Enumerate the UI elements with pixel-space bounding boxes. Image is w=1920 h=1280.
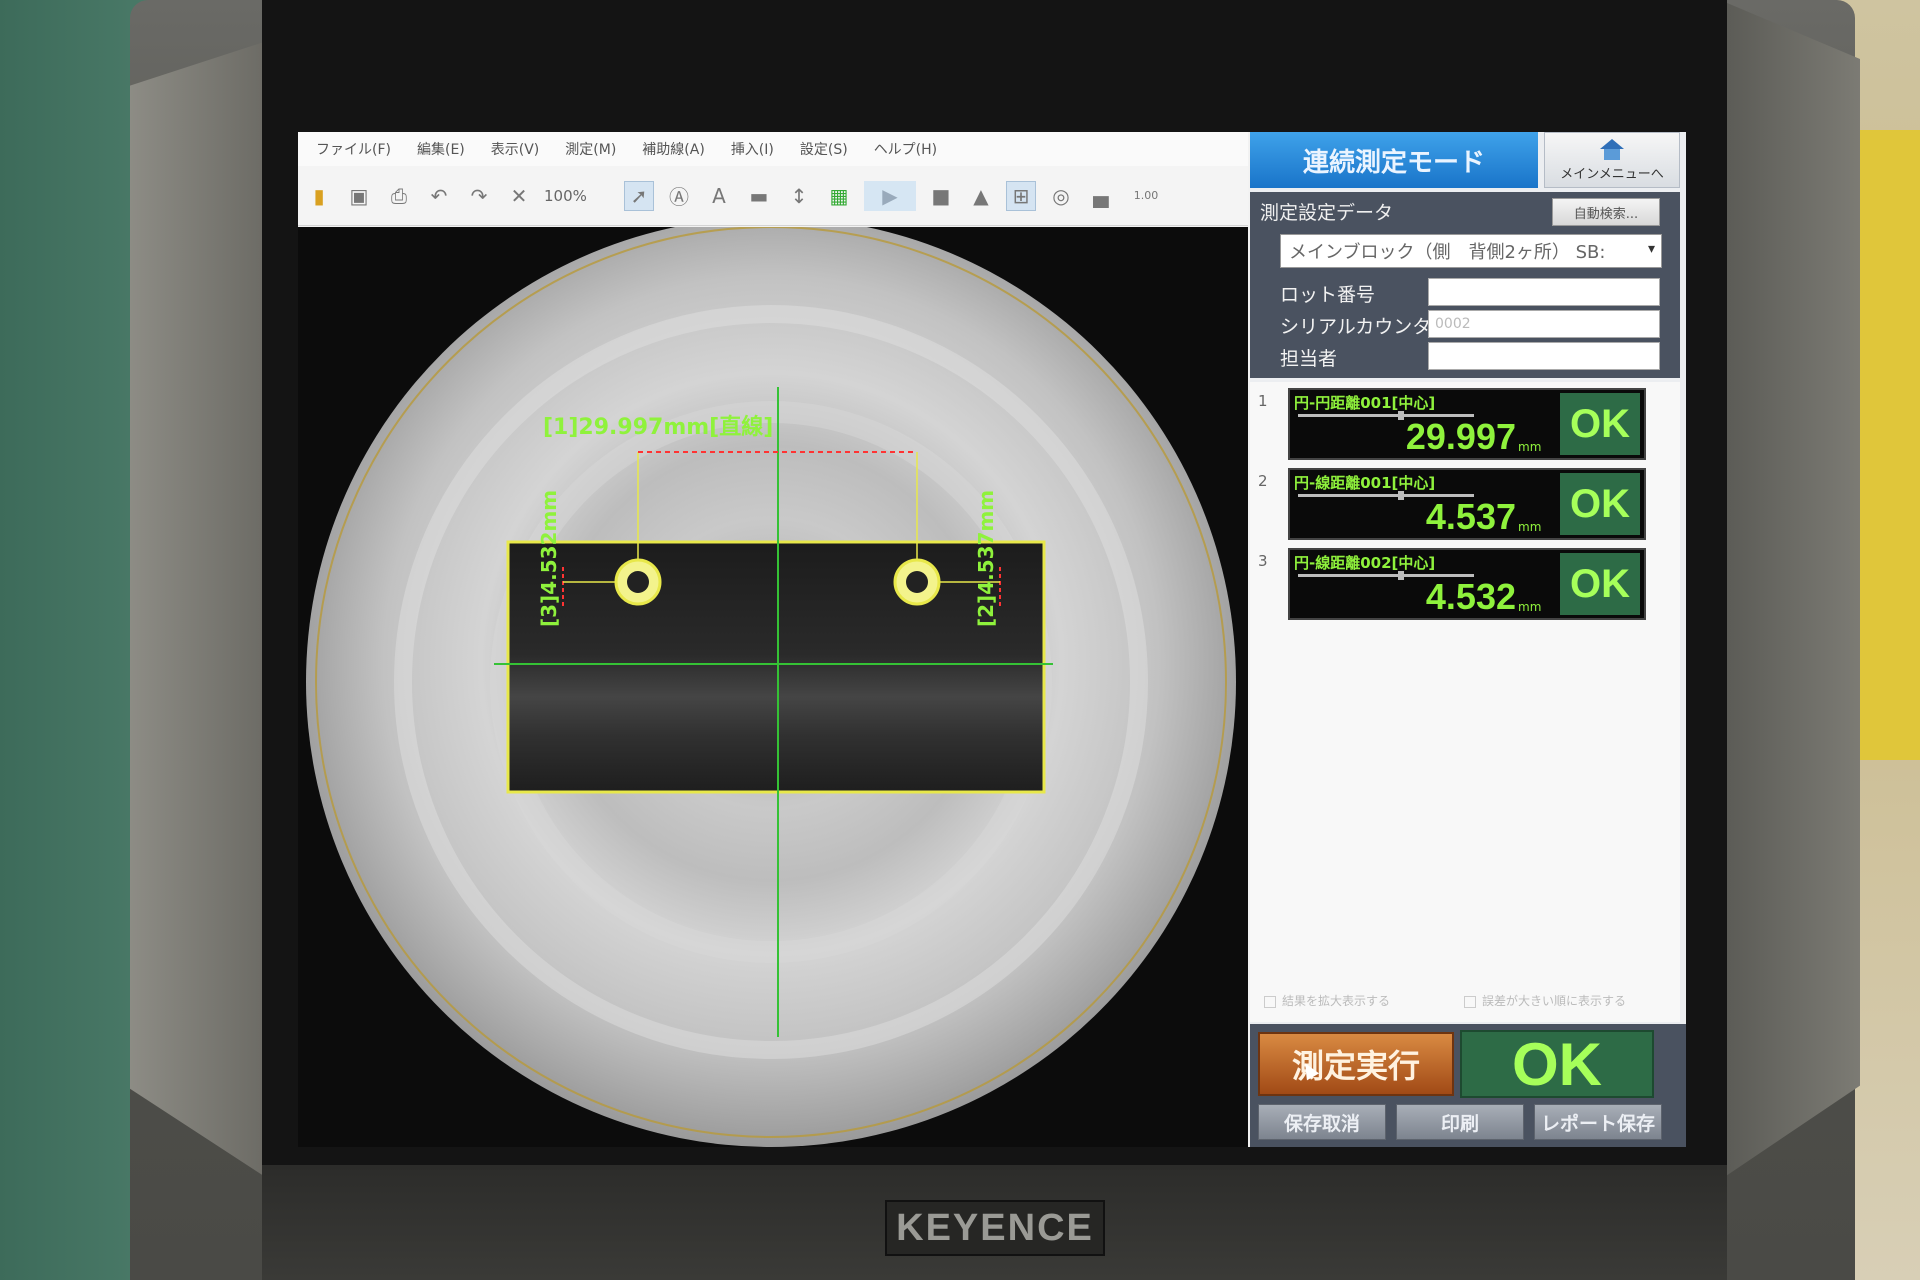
toolbar: ▮ ▣ ⎙ ↶ ↷ ✕ 100% ➚ Ⓐ A ▬ ↕ ▦ ▶ ■ ▲ ⊞ ◎ ▄… [298, 166, 1248, 226]
menu-bar: ファイル(F) 編集(E) 表示(V) 測定(M) 補助線(A) 挿入(I) 設… [298, 132, 1248, 166]
delete-icon[interactable]: ✕ [504, 181, 534, 211]
result-value: 4.537 [1425, 496, 1516, 537]
serial-counter-row: シリアルカウンタ 0002 [1280, 310, 1662, 340]
background-panel [1850, 130, 1920, 760]
execute-measurement-button[interactable]: 測定実行 [1258, 1032, 1454, 1096]
sort-by-error-label: 誤差が大きい順に表示する [1482, 994, 1627, 1008]
enlarge-results-option[interactable]: 結果を拡大表示する [1264, 992, 1390, 1009]
right-panel: 連続測定モード メインメニューへ 測定設定データ 自動検索... メインブロック… [1250, 132, 1686, 1147]
color-bar-icon[interactable]: ▦ [824, 181, 854, 211]
operator-field[interactable] [1428, 342, 1660, 370]
result-item[interactable]: 3 円-線距離002[中心] 4.532 mm OK [1258, 548, 1678, 622]
result-name: 円-線距離002[中心] [1294, 554, 1436, 572]
result-unit: mm [1518, 600, 1542, 614]
tree-icon[interactable]: ▲ [966, 181, 996, 211]
print-icon[interactable]: ⎙ [384, 181, 414, 211]
serial-counter-label: シリアルカウンタ [1280, 316, 1432, 338]
result-box: 円-線距離001[中心] 4.537 mm OK [1288, 468, 1646, 540]
home-icon [1597, 139, 1627, 161]
main-menu-label: メインメニューへ [1560, 167, 1664, 182]
target-icon[interactable]: ◎ [1046, 181, 1076, 211]
pointer-tool-icon[interactable]: ➚ [624, 180, 654, 211]
results-list: 1 円-円距離001[中心] 29.997 mm OK 2 円-線距離001[中… [1250, 382, 1680, 1022]
settings-section: 測定設定データ 自動検索... メインブロック（側 背側2ヶ所） SB: ▾ ロ… [1250, 192, 1680, 378]
lot-number-label: ロット番号 [1280, 284, 1376, 306]
report-save-button[interactable]: レポート保存 [1534, 1104, 1662, 1140]
edge-tool-icon[interactable]: ▬ [744, 181, 774, 211]
undo-icon[interactable]: ↶ [424, 181, 454, 211]
result-box: 円-線距離002[中心] 4.532 mm OK [1288, 548, 1646, 620]
main-menu-button[interactable]: メインメニューへ [1544, 132, 1680, 188]
result-name: 円-線距離001[中心] [1294, 474, 1436, 492]
screen: ファイル(F) 編集(E) 表示(V) 測定(M) 補助線(A) 挿入(I) 設… [298, 132, 1686, 1147]
overall-status-badge: OK [1460, 1030, 1654, 1098]
auto-search-button[interactable]: 自動検索... [1552, 198, 1660, 226]
brand-logo: KEYENCE [885, 1200, 1105, 1256]
print-button[interactable]: 印刷 [1396, 1104, 1524, 1140]
dim-width-label: [1]29.997mm[直線] [543, 414, 773, 440]
brightness-icon[interactable]: ▄ [1086, 181, 1116, 211]
checkbox-icon[interactable] [1264, 995, 1276, 1008]
monitor-bezel-left [130, 40, 270, 1180]
chevron-down-icon: ▾ [1647, 241, 1655, 257]
stop-icon[interactable]: ■ [926, 181, 956, 211]
result-box: 円-円距離001[中心] 29.997 mm OK [1288, 388, 1646, 460]
serial-counter-field[interactable]: 0002 [1428, 310, 1660, 338]
measurement-overlay: [1]29.997mm[直線] [3]4.532mm [2]4.537mm [306, 227, 1236, 1147]
checkbox-icon[interactable] [1464, 995, 1476, 1008]
menu-edit[interactable]: 編集(E) [417, 139, 465, 159]
menu-help[interactable]: ヘルプ(H) [874, 139, 937, 159]
ruler-icon[interactable]: 1.00 [1126, 181, 1166, 211]
menu-settings[interactable]: 設定(S) [800, 139, 848, 159]
zoom-select[interactable]: 100% [544, 187, 614, 205]
result-status-badge: OK [1560, 393, 1640, 455]
result-status-badge: OK [1560, 473, 1640, 535]
settings-label: 測定設定データ [1260, 202, 1394, 224]
result-unit: mm [1518, 520, 1542, 534]
monitor-bezel-right [1720, 0, 1860, 1180]
result-number: 3 [1258, 552, 1268, 570]
mode-title: 連続測定モード [1250, 132, 1538, 188]
workpiece [506, 540, 1046, 794]
enlarge-results-label: 結果を拡大表示する [1282, 994, 1391, 1008]
sort-by-error-option[interactable]: 誤差が大きい順に表示する [1464, 992, 1626, 1009]
operator-row: 担当者 [1280, 342, 1662, 372]
cancel-save-button[interactable]: 保存取消 [1258, 1104, 1386, 1140]
result-name: 円-円距離001[中心] [1294, 394, 1436, 412]
hole-right-core [906, 571, 928, 593]
save-icon[interactable]: ▣ [344, 181, 374, 211]
lot-number-row: ロット番号 [1280, 278, 1662, 308]
open-file-icon[interactable]: ▮ [304, 181, 334, 211]
height-tool-icon[interactable]: ↕ [784, 181, 814, 211]
histogram-icon[interactable]: ⊞ [1006, 180, 1036, 211]
redo-icon[interactable]: ↷ [464, 181, 494, 211]
result-value: 29.997 [1405, 416, 1516, 457]
text-tool-icon[interactable]: A [704, 181, 734, 211]
result-item[interactable]: 1 円-円距離001[中心] 29.997 mm OK [1258, 388, 1678, 462]
setting-select-value: メインブロック（側 背側2ヶ所） SB: [1289, 242, 1606, 263]
execute-area: 測定実行 OK 保存取消 印刷 レポート保存 [1250, 1024, 1686, 1147]
auto-measure-icon[interactable]: Ⓐ [664, 181, 694, 211]
menu-file[interactable]: ファイル(F) [316, 139, 391, 159]
result-number: 2 [1258, 472, 1268, 490]
result-status-badge: OK [1560, 553, 1640, 615]
camera-viewport[interactable]: [1]29.997mm[直線] [3]4.532mm [2]4.537mm [298, 227, 1248, 1147]
dim-right-label: [2]4.537mm [974, 490, 998, 627]
menu-auxiliary-line[interactable]: 補助線(A) [642, 139, 705, 159]
lot-number-field[interactable] [1428, 278, 1660, 306]
play-icon[interactable]: ▶ [864, 180, 916, 211]
menu-insert[interactable]: 挿入(I) [731, 139, 774, 159]
result-item[interactable]: 2 円-線距離001[中心] 4.537 mm OK [1258, 468, 1678, 542]
result-unit: mm [1518, 440, 1542, 454]
setting-select[interactable]: メインブロック（側 背側2ヶ所） SB: ▾ [1280, 234, 1662, 268]
result-number: 1 [1258, 392, 1268, 410]
operator-label: 担当者 [1280, 348, 1338, 370]
menu-view[interactable]: 表示(V) [491, 139, 540, 159]
hole-left-core [627, 571, 649, 593]
dim-left-label: [3]4.532mm [537, 490, 561, 627]
menu-measure[interactable]: 測定(M) [565, 139, 616, 159]
result-options: 結果を拡大表示する 誤差が大きい順に表示する [1264, 992, 1674, 1016]
result-value: 4.532 [1425, 576, 1516, 617]
